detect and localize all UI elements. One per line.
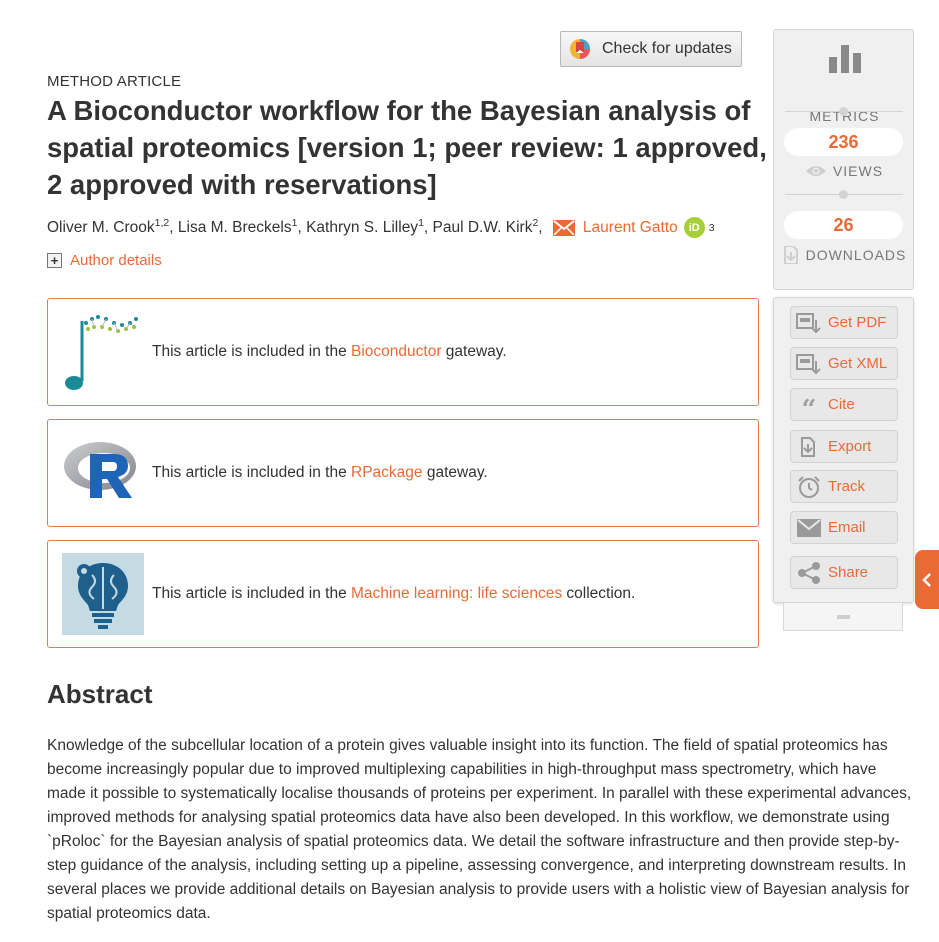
gateway-text: This article is included in the Biocondu… xyxy=(152,343,507,360)
orcid-icon[interactable]: iD xyxy=(683,217,705,238)
email-button[interactable]: Email xyxy=(790,511,898,544)
divider xyxy=(785,190,903,199)
gateway-text: This article is included in the Machine … xyxy=(152,585,636,602)
pdf-download-icon xyxy=(795,311,823,335)
author[interactable]: Lisa M. Breckels1 xyxy=(178,217,298,237)
crossmark-icon xyxy=(570,39,590,59)
ml-brain-logo xyxy=(62,553,144,635)
author[interactable]: Paul D.W. Kirk2 xyxy=(433,217,539,237)
check-for-updates-label: Check for updates xyxy=(602,40,732,57)
gateway-text: This article is included in the RPackage… xyxy=(152,464,488,481)
downloads-label: DOWNLOADS xyxy=(774,246,915,264)
views-count: 236 xyxy=(784,128,903,156)
bioconductor-gateway-link[interactable]: Bioconductor xyxy=(351,343,441,360)
quote-icon: “ xyxy=(801,394,817,425)
export-icon xyxy=(795,435,823,459)
gateway-box-rpackage: This article is included in the RPackage… xyxy=(47,419,759,527)
abstract-heading: Abstract xyxy=(47,679,153,709)
divider xyxy=(785,107,903,116)
get-xml-button[interactable]: Get XML xyxy=(790,347,898,380)
cite-button[interactable]: “ Cite xyxy=(790,388,898,425)
rpackage-gateway-link[interactable]: RPackage xyxy=(351,464,423,481)
metrics-panel: METRICS 236 VIEWS 26 DOWNLOADS xyxy=(773,29,914,290)
bar-chart-icon xyxy=(829,45,861,73)
gateway-box-bioconductor: This article is included in the Biocondu… xyxy=(47,298,759,406)
download-icon xyxy=(783,246,798,264)
chevron-left-icon xyxy=(922,572,931,587)
envelope-icon xyxy=(795,516,823,540)
gateway-box-machine-learning: This article is included in the Machine … xyxy=(47,540,759,648)
minus-icon xyxy=(836,614,850,619)
check-for-updates-button[interactable]: Check for updates xyxy=(560,31,742,67)
share-icon xyxy=(795,561,823,585)
share-button[interactable]: Share xyxy=(790,556,898,589)
author-details-link[interactable]: Author details xyxy=(70,252,162,269)
get-pdf-button[interactable]: Get PDF xyxy=(790,306,898,339)
side-panel-toggle[interactable] xyxy=(915,550,939,609)
abstract-text: Knowledge of the subcellular location of… xyxy=(47,737,912,922)
track-button[interactable]: Track xyxy=(790,470,898,503)
article-actions-panel: Get PDF Get XML “ Cite Export Track Emai… xyxy=(773,297,914,603)
author-list: Oliver M. Crook1,2, Lisa M. Breckels1, K… xyxy=(47,217,715,238)
corresponding-author-link[interactable]: Laurent Gatto xyxy=(583,219,678,237)
collapse-panel-tab[interactable] xyxy=(783,603,903,631)
author-details-toggle[interactable]: + Author details xyxy=(47,252,162,269)
plus-icon: + xyxy=(47,253,62,268)
alarm-clock-icon xyxy=(795,475,823,499)
author[interactable]: Kathryn S. Lilley1 xyxy=(306,217,424,237)
downloads-count: 26 xyxy=(784,211,903,239)
views-label: VIEWS xyxy=(774,163,915,179)
bioconductor-logo xyxy=(62,311,144,393)
article-type-label: METHOD ARTICLE xyxy=(47,73,182,90)
author[interactable]: Oliver M. Crook1,2 xyxy=(47,217,169,237)
export-button[interactable]: Export xyxy=(790,430,898,463)
mail-icon[interactable] xyxy=(552,219,575,236)
machine-learning-collection-link[interactable]: Machine learning: life sciences xyxy=(351,585,562,602)
eye-icon xyxy=(805,166,826,176)
article-title: A Bioconductor workflow for the Bayesian… xyxy=(47,95,767,200)
xml-download-icon xyxy=(795,352,823,376)
r-logo xyxy=(62,432,144,514)
